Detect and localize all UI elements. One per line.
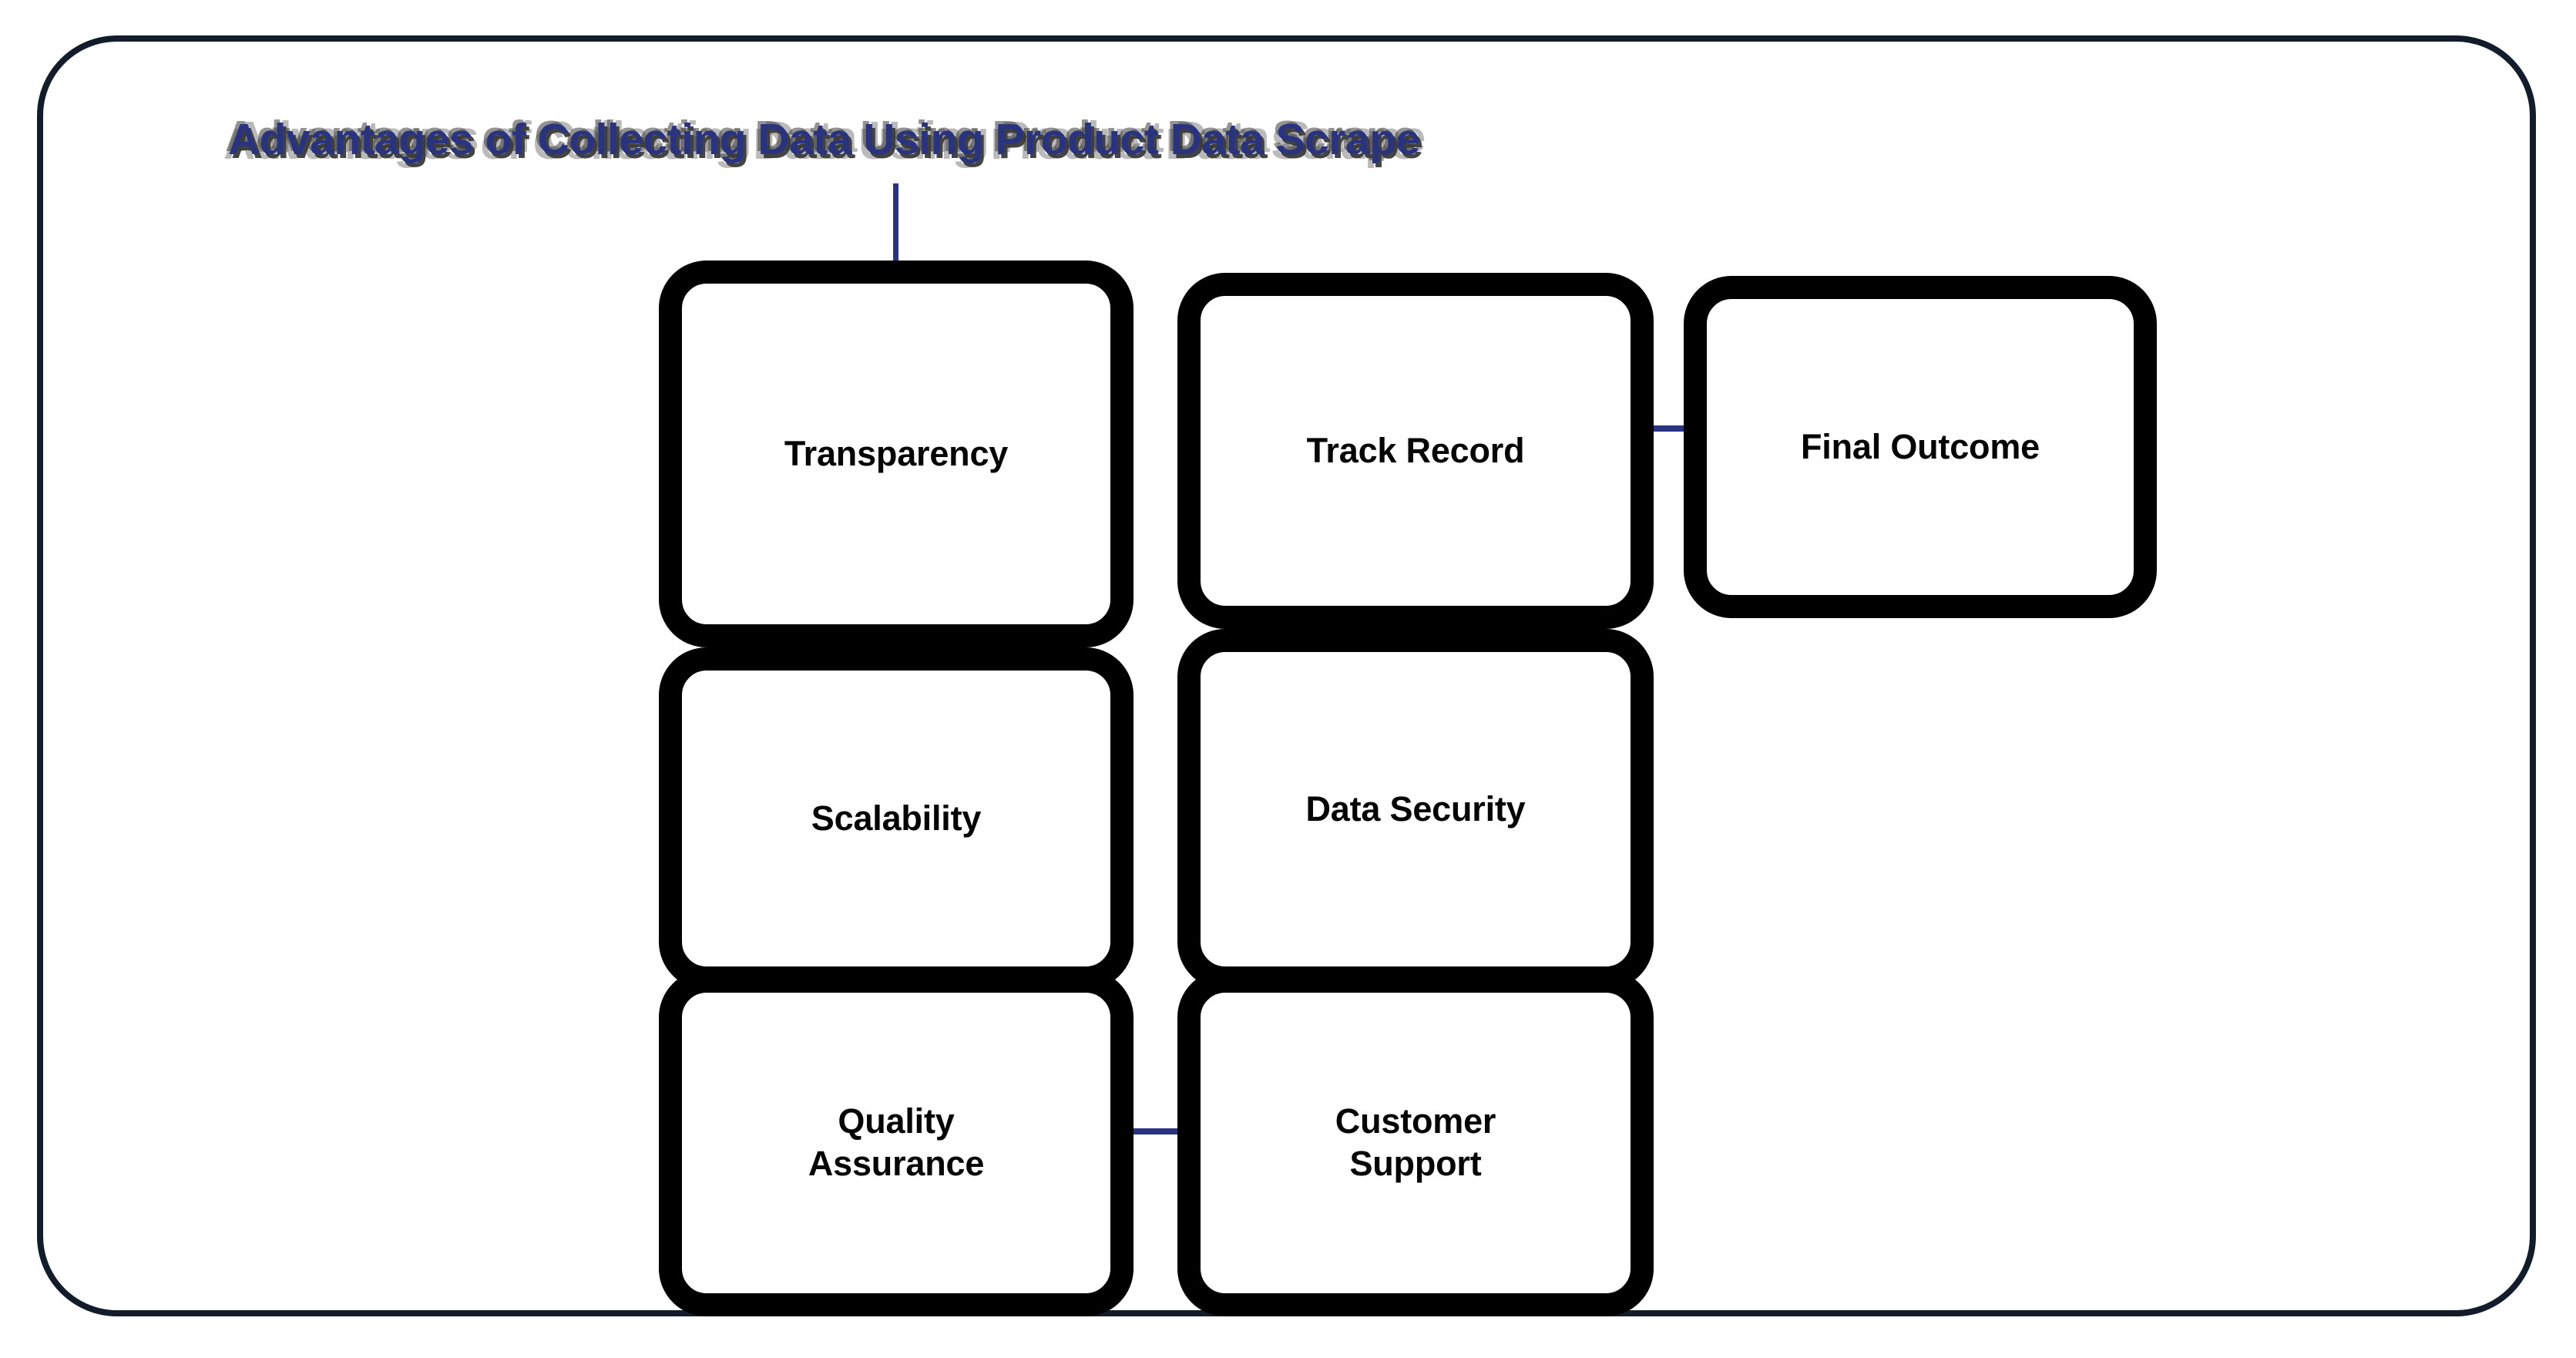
node-label-customer-support-line1: Customer [1335, 1101, 1496, 1141]
node-label-quality-assurance-line1: Quality [838, 1101, 955, 1141]
node-label-quality-assurance-line2: Assurance [808, 1144, 985, 1183]
node-final-outcome[interactable]: Final Outcome [1684, 276, 2157, 618]
diagram-canvas: Advantages of Collecting Data Using Prod… [0, 0, 2576, 1358]
node-label-customer-support-line2: Support [1349, 1144, 1482, 1183]
node-label-quality-assurance: Quality Assurance [808, 1101, 985, 1185]
node-customer-support[interactable]: Customer Support [1177, 970, 1654, 1316]
node-quality-assurance[interactable]: Quality Assurance [659, 970, 1134, 1316]
node-track-record[interactable]: Track Record [1177, 273, 1654, 629]
node-transparency[interactable]: Transparency [659, 261, 1134, 647]
node-data-security[interactable]: Data Security [1177, 629, 1654, 990]
node-scalability[interactable]: Scalability [659, 647, 1134, 990]
page-title: Advantages of Collecting Data Using Prod… [228, 115, 1420, 164]
node-label-track-record: Track Record [1306, 430, 1525, 470]
node-label-scalability: Scalability [811, 798, 982, 838]
node-label-customer-support: Customer Support [1335, 1101, 1496, 1185]
node-label-transparency: Transparency [784, 433, 1009, 473]
node-label-final-outcome: Final Outcome [1801, 426, 2040, 466]
node-label-data-security: Data Security [1305, 788, 1526, 829]
